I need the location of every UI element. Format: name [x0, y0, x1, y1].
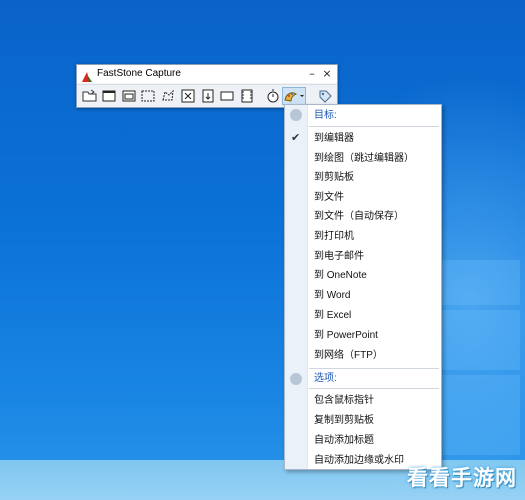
delay-timer-icon[interactable] — [265, 88, 281, 104]
capture-fixed-region-icon[interactable] — [219, 88, 235, 104]
menu-item-to-clipboard[interactable]: 到剪贴板 — [307, 168, 441, 187]
open-folder-icon[interactable] — [82, 88, 98, 104]
menu-item-copy-to-clipboard[interactable]: 复制到剪贴板 — [307, 411, 441, 430]
capture-window-object-icon[interactable] — [121, 88, 137, 104]
capture-rectangle-icon[interactable] — [140, 88, 156, 104]
menu-icon-gutter — [285, 105, 308, 469]
output-destination-menu: 目标: ✔ 到编辑器 到绘图（跳过编辑器） 到剪贴板 到文件 到文件（自动保存）… — [284, 104, 442, 470]
options-section-icon — [290, 373, 302, 385]
menu-item-to-excel[interactable]: 到 Excel — [307, 306, 441, 325]
site-watermark: 看看手游网 — [407, 466, 517, 490]
faststone-capture-window: FastStone Capture – × — [76, 64, 338, 108]
menu-separator — [309, 388, 439, 389]
target-section-icon — [290, 109, 302, 121]
menu-item-include-cursor[interactable]: 包含鼠标指针 — [307, 391, 441, 410]
menu-item-to-file[interactable]: 到文件 — [307, 188, 441, 207]
menu-item-to-onenote[interactable]: 到 OneNote — [307, 266, 441, 285]
faststone-logo-icon — [81, 68, 93, 82]
target-header: 目标: — [314, 110, 337, 121]
settings-tag-icon[interactable] — [317, 88, 333, 104]
capture-active-window-icon[interactable] — [101, 88, 117, 104]
window-logo-pane — [440, 310, 520, 370]
minimize-button[interactable]: – — [305, 66, 319, 82]
checkmark-icon: ✔ — [291, 131, 301, 144]
menu-item-to-editor[interactable]: 到编辑器 — [307, 129, 441, 148]
menu-item-to-email[interactable]: 到电子邮件 — [307, 247, 441, 266]
window-title: FastStone Capture — [97, 68, 181, 79]
menu-separator — [309, 126, 439, 127]
output-destination-icon[interactable] — [282, 87, 306, 105]
window-logo-pane — [440, 260, 520, 305]
capture-scrolling-icon[interactable] — [200, 88, 216, 104]
capture-fullscreen-icon[interactable] — [180, 88, 196, 104]
title-bar[interactable]: FastStone Capture – × — [77, 65, 337, 83]
close-button[interactable]: × — [320, 66, 334, 82]
menu-item-to-ftp[interactable]: 到网络（FTP） — [307, 346, 441, 365]
window-logo-pane — [440, 375, 520, 455]
options-header: 选项: — [314, 373, 337, 384]
menu-item-to-file-autosave[interactable]: 到文件（自动保存） — [307, 207, 441, 226]
capture-freehand-icon[interactable] — [160, 88, 176, 104]
screen-recorder-icon[interactable] — [239, 88, 255, 104]
menu-item-to-printer[interactable]: 到打印机 — [307, 227, 441, 246]
menu-item-to-powerpoint[interactable]: 到 PowerPoint — [307, 326, 441, 345]
menu-item-to-draw[interactable]: 到绘图（跳过编辑器） — [307, 149, 441, 168]
menu-item-to-word[interactable]: 到 Word — [307, 286, 441, 305]
menu-item-auto-caption[interactable]: 自动添加标题 — [307, 431, 441, 450]
